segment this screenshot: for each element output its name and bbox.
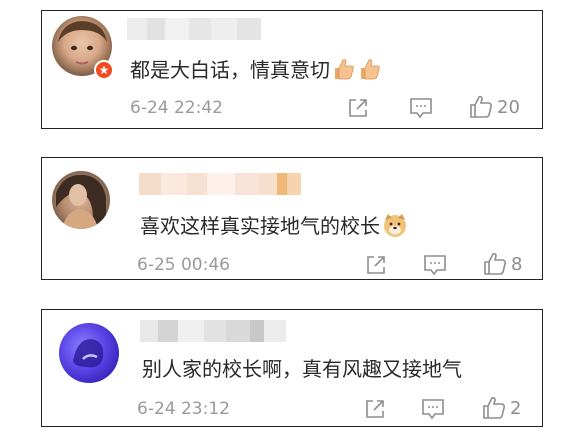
- vip-badge: [94, 60, 114, 80]
- like-button[interactable]: 8: [483, 252, 522, 276]
- share-button[interactable]: [347, 97, 369, 119]
- like-icon: [484, 252, 507, 275]
- comment-text: 喜欢这样真实接地气的校长: [140, 212, 408, 243]
- comment-icon: [424, 255, 446, 276]
- like-count: 2: [510, 397, 522, 419]
- comment-body: 喜欢这样真实接地气的校长: [140, 214, 380, 238]
- avatar[interactable]: [52, 171, 110, 229]
- like-icon: [470, 95, 493, 118]
- share-button[interactable]: [365, 254, 387, 276]
- comment-text: 都是大白话，情真意切: [130, 57, 382, 86]
- comment-text: 别人家的校长啊，真有风趣又接地气: [142, 357, 462, 381]
- comment-card: 喜欢这样真实接地气的校长 6-25 00:46 8: [41, 157, 543, 280]
- comment-card: 别人家的校长啊，真有风趣又接地气 6-24 23:12 2: [41, 309, 543, 427]
- timestamp: 6-24 23:12: [137, 399, 230, 419]
- share-button[interactable]: [364, 398, 386, 420]
- like-button[interactable]: 20: [469, 95, 520, 119]
- share-icon: [367, 256, 385, 274]
- like-count: 8: [511, 253, 523, 275]
- avatar[interactable]: [59, 323, 119, 383]
- comment-body: 别人家的校长啊，真有风趣又接地气: [142, 357, 462, 381]
- share-icon: [349, 99, 367, 117]
- like-count: 20: [497, 96, 520, 118]
- doge-emoji: [382, 212, 408, 243]
- username-blurred[interactable]: [127, 18, 261, 40]
- username-blurred[interactable]: [139, 173, 301, 195]
- thumbs-up-emoji: [358, 57, 382, 86]
- like-button[interactable]: 2: [482, 396, 521, 420]
- like-icon: [483, 396, 506, 419]
- avatar-photo: [56, 174, 106, 229]
- timestamp: 6-24 22:42: [130, 98, 223, 118]
- comment-button[interactable]: [423, 254, 447, 276]
- comment-card: 都是大白话，情真意切 6-24 22:42 20: [41, 10, 543, 129]
- comment-icon: [422, 399, 444, 420]
- comment-button[interactable]: [409, 97, 433, 119]
- comment-icon: [410, 98, 432, 119]
- timestamp: 6-25 00:46: [137, 255, 230, 275]
- comment-button[interactable]: [421, 398, 445, 420]
- share-icon: [366, 400, 384, 418]
- thumbs-up-emoji: [332, 57, 356, 86]
- username-blurred[interactable]: [140, 320, 286, 342]
- avatar-graphic: [73, 339, 104, 368]
- comment-body: 都是大白话，情真意切: [130, 58, 330, 82]
